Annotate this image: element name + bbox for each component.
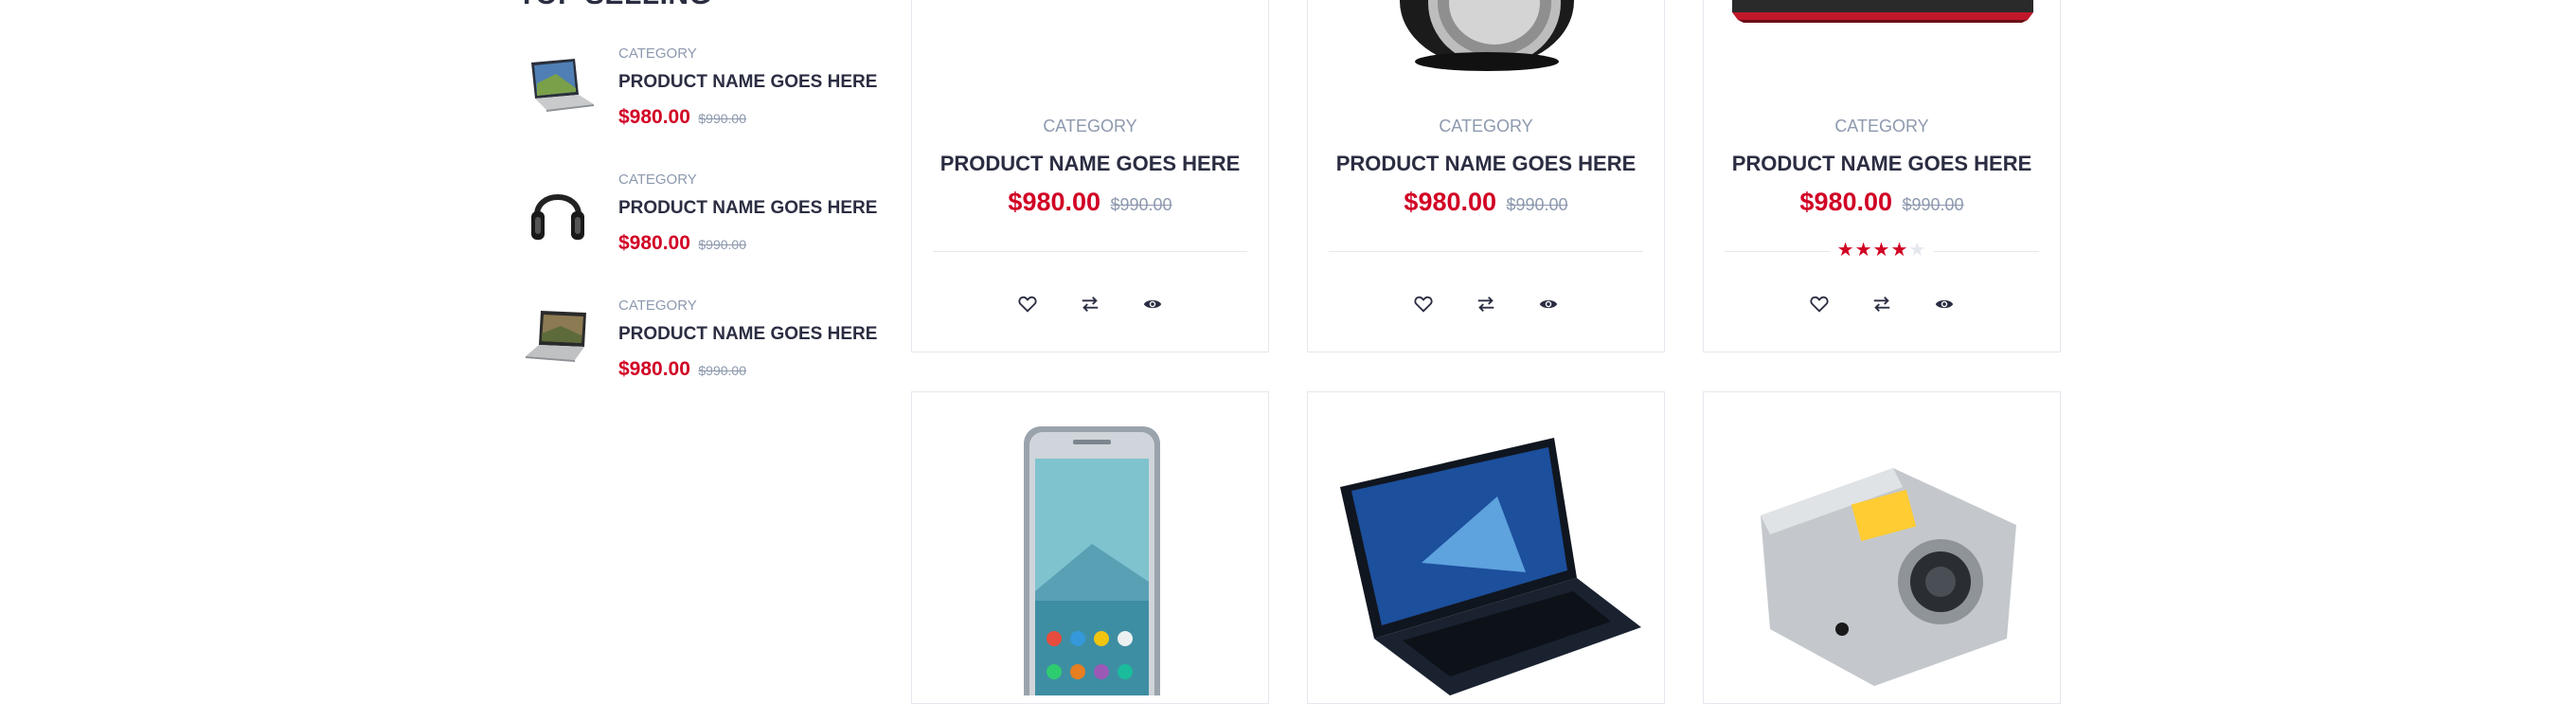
product-category: CATEGORY <box>618 171 697 188</box>
product-image[interactable] <box>912 392 1268 695</box>
product-actions <box>1308 291 1664 317</box>
product-old-price: $990.00 <box>1110 195 1172 214</box>
product-body: CATEGORY PRODUCT NAME GOES HERE $980.00 … <box>912 117 1268 217</box>
product-price: $980.00 <box>1404 188 1497 216</box>
heart-icon <box>1810 296 1829 313</box>
product-card[interactable] <box>911 391 1269 704</box>
heart-icon <box>1018 296 1037 313</box>
price-row: $980.00 $990.00 <box>1704 188 2060 217</box>
price-row: $980.00 $990.00 <box>912 188 1268 217</box>
product-actions <box>1704 291 2060 317</box>
quick-view-button[interactable] <box>1134 291 1172 317</box>
product-actions <box>912 291 1268 317</box>
product-price: $980.00 <box>1008 188 1101 216</box>
star-filled-icon: ★ <box>1890 240 1909 261</box>
product-category: CATEGORY <box>618 298 697 314</box>
product-thumbnail[interactable] <box>518 45 598 125</box>
product-image[interactable] <box>1308 392 1664 695</box>
exchange-icon <box>1477 297 1494 312</box>
add-to-wishlist-button[interactable] <box>1800 291 1838 317</box>
product-name[interactable]: PRODUCT NAME GOES HERE <box>1308 152 1664 176</box>
star-filled-icon: ★ <box>1854 240 1873 261</box>
add-to-wishlist-button[interactable] <box>1404 291 1442 317</box>
product-image[interactable] <box>1704 392 2060 695</box>
product-name[interactable]: PRODUCT NAME GOES HERE <box>618 324 877 345</box>
product-old-price: $990.00 <box>698 111 746 126</box>
product-rating: ★★★★★ <box>1704 238 2060 262</box>
product-price: $980.00 <box>618 358 690 380</box>
star-empty-icon: ★ <box>1908 240 1927 261</box>
widget-product[interactable]: CATEGORY PRODUCT NAME GOES HERE $980.00 … <box>518 298 878 411</box>
product-category: CATEGORY <box>1834 117 1929 135</box>
product-name[interactable]: PRODUCT NAME GOES HERE <box>618 198 877 219</box>
section-title: TOP SELLING <box>518 0 711 11</box>
product-name[interactable]: PRODUCT NAME GOES HERE <box>618 72 877 93</box>
exchange-icon <box>1082 297 1099 312</box>
laptop-image <box>1732 0 2033 23</box>
digital-camera-image <box>1761 468 2016 686</box>
product-card[interactable] <box>1703 391 2061 704</box>
laptop-image <box>526 311 586 362</box>
eye-icon <box>1936 299 1954 309</box>
product-category: CATEGORY <box>1043 117 1137 135</box>
product-price: $980.00 <box>618 232 690 254</box>
product-old-price: $990.00 <box>1506 195 1568 214</box>
product-image[interactable] <box>1704 0 2060 96</box>
laptop-image <box>531 59 594 112</box>
price-row: $980.00 $990.00 <box>1308 188 1664 217</box>
product-price: $980.00 <box>1799 188 1893 216</box>
product-card[interactable]: CATEGORY PRODUCT NAME GOES HERE $980.00 … <box>1703 0 2061 352</box>
product-body: CATEGORY PRODUCT NAME GOES HERE $980.00 … <box>1704 117 2060 217</box>
product-thumbnail[interactable] <box>518 298 598 377</box>
product-price: $980.00 <box>618 106 690 128</box>
product-body: CATEGORY PRODUCT NAME GOES HERE $980.00 … <box>1308 117 1664 217</box>
exchange-icon <box>1873 297 1890 312</box>
product-old-price: $990.00 <box>698 363 746 378</box>
add-to-wishlist-button[interactable] <box>1009 291 1046 317</box>
price-row: $980.00 $990.00 <box>618 358 746 381</box>
rating-stars: ★★★★★ <box>1829 240 1935 261</box>
smartphone-image <box>1024 426 1160 695</box>
price-row: $980.00 $990.00 <box>618 106 746 129</box>
laptop-image <box>1340 438 1641 695</box>
speaker-image <box>1400 0 1574 71</box>
product-name[interactable]: PRODUCT NAME GOES HERE <box>912 152 1268 176</box>
heart-icon <box>1414 296 1433 313</box>
divider <box>933 251 1247 252</box>
product-image[interactable] <box>1308 0 1664 96</box>
product-card[interactable] <box>1307 391 1665 704</box>
star-filled-icon: ★ <box>1872 240 1891 261</box>
add-to-compare-button[interactable] <box>1071 291 1109 317</box>
star-filled-icon: ★ <box>1836 240 1855 261</box>
quick-view-button[interactable] <box>1530 291 1567 317</box>
product-category: CATEGORY <box>618 45 697 62</box>
widget-product[interactable]: CATEGORY PRODUCT NAME GOES HERE $980.00 … <box>518 171 878 285</box>
product-old-price: $990.00 <box>1902 195 1964 214</box>
price-row: $980.00 $990.00 <box>618 232 746 255</box>
add-to-compare-button[interactable] <box>1467 291 1505 317</box>
product-card[interactable]: CATEGORY PRODUCT NAME GOES HERE $980.00 … <box>1307 0 1665 352</box>
product-card[interactable]: CATEGORY PRODUCT NAME GOES HERE $980.00 … <box>911 0 1269 352</box>
add-to-compare-button[interactable] <box>1863 291 1901 317</box>
quick-view-button[interactable] <box>1925 291 1963 317</box>
eye-icon <box>1144 299 1162 309</box>
product-category: CATEGORY <box>1439 117 1533 135</box>
product-name[interactable]: PRODUCT NAME GOES HERE <box>1704 152 2060 176</box>
product-thumbnail[interactable] <box>518 171 598 251</box>
headphones-image <box>531 194 584 240</box>
eye-icon <box>1540 299 1558 309</box>
divider <box>1329 251 1643 252</box>
product-old-price: $990.00 <box>698 237 746 252</box>
widget-product[interactable]: CATEGORY PRODUCT NAME GOES HERE $980.00 … <box>518 45 878 159</box>
